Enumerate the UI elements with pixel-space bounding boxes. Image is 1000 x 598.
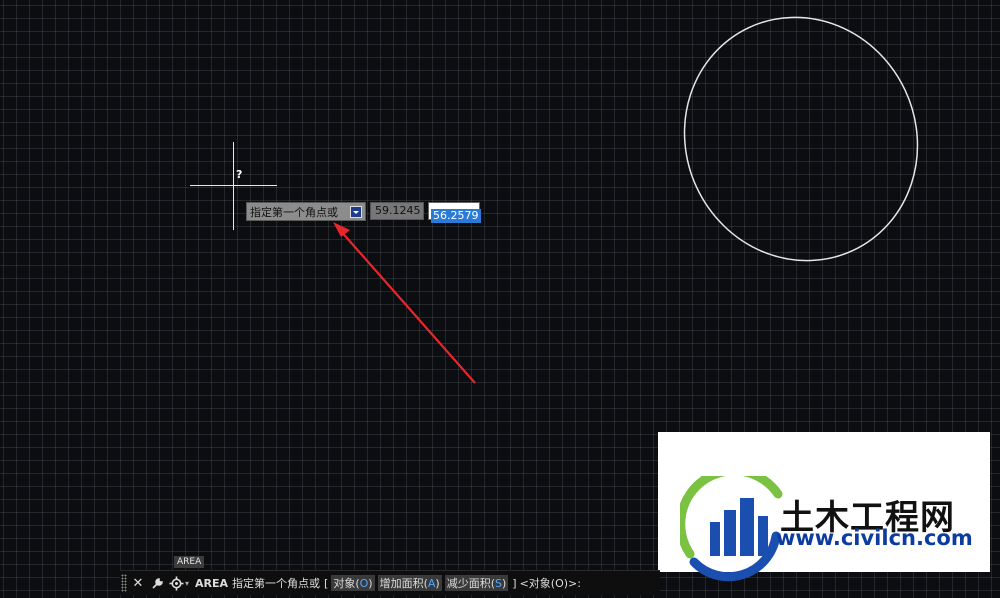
crosshair-vertical: [233, 142, 234, 230]
option-subtract-area[interactable]: 减少面积(S): [444, 575, 509, 591]
chevron-down-icon[interactable]: [350, 205, 362, 218]
cursor-marker: ?: [236, 168, 243, 181]
x-coordinate-field[interactable]: 59.1245: [370, 202, 424, 220]
option-object-close: ): [368, 577, 373, 590]
y-coordinate-field[interactable]: 56.2579: [428, 202, 481, 223]
option-subtract-area-key: S: [495, 577, 502, 590]
option-add-area-close: ): [435, 577, 440, 590]
command-line[interactable]: ✕ ▾ AREA 指定第一个角点或 [ 对象(O) 增加面积(A) 减少面积(S…: [120, 570, 660, 595]
command-prompt: 指定第一个角点或: [232, 577, 321, 590]
option-add-area[interactable]: 增加面积(A): [377, 575, 442, 591]
watermark-url: www.civilcn.com: [776, 526, 973, 550]
option-subtract-area-close: ): [502, 577, 507, 590]
close-icon[interactable]: ✕: [130, 574, 146, 592]
y-coordinate-value: 56.2579: [431, 209, 481, 223]
gear-icon[interactable]: [168, 574, 184, 592]
dynamic-input-prompt[interactable]: 指定第一个角点或: [246, 202, 366, 221]
option-subtract-area-label: 减少面积(: [446, 577, 496, 590]
command-name: AREA: [195, 576, 229, 590]
dynamic-input-prompt-label: 指定第一个角点或: [250, 205, 338, 219]
wrench-icon[interactable]: [149, 574, 165, 592]
bracket-close: ]: [512, 576, 517, 590]
chevron-down-icon[interactable]: ▾: [185, 579, 189, 588]
bracket-open: [: [324, 576, 329, 590]
watermark-logo: 土木工程网 www.civilcn.com: [658, 432, 990, 582]
option-object-label: 对象(: [333, 577, 360, 590]
option-object-key: O: [359, 577, 369, 590]
option-add-area-label: 增加面积(: [379, 577, 428, 590]
drag-handle-icon[interactable]: [121, 574, 127, 592]
option-object[interactable]: 对象(O): [331, 575, 375, 591]
command-tag: AREA: [174, 556, 205, 568]
command-default: <对象(O)>:: [519, 577, 581, 590]
